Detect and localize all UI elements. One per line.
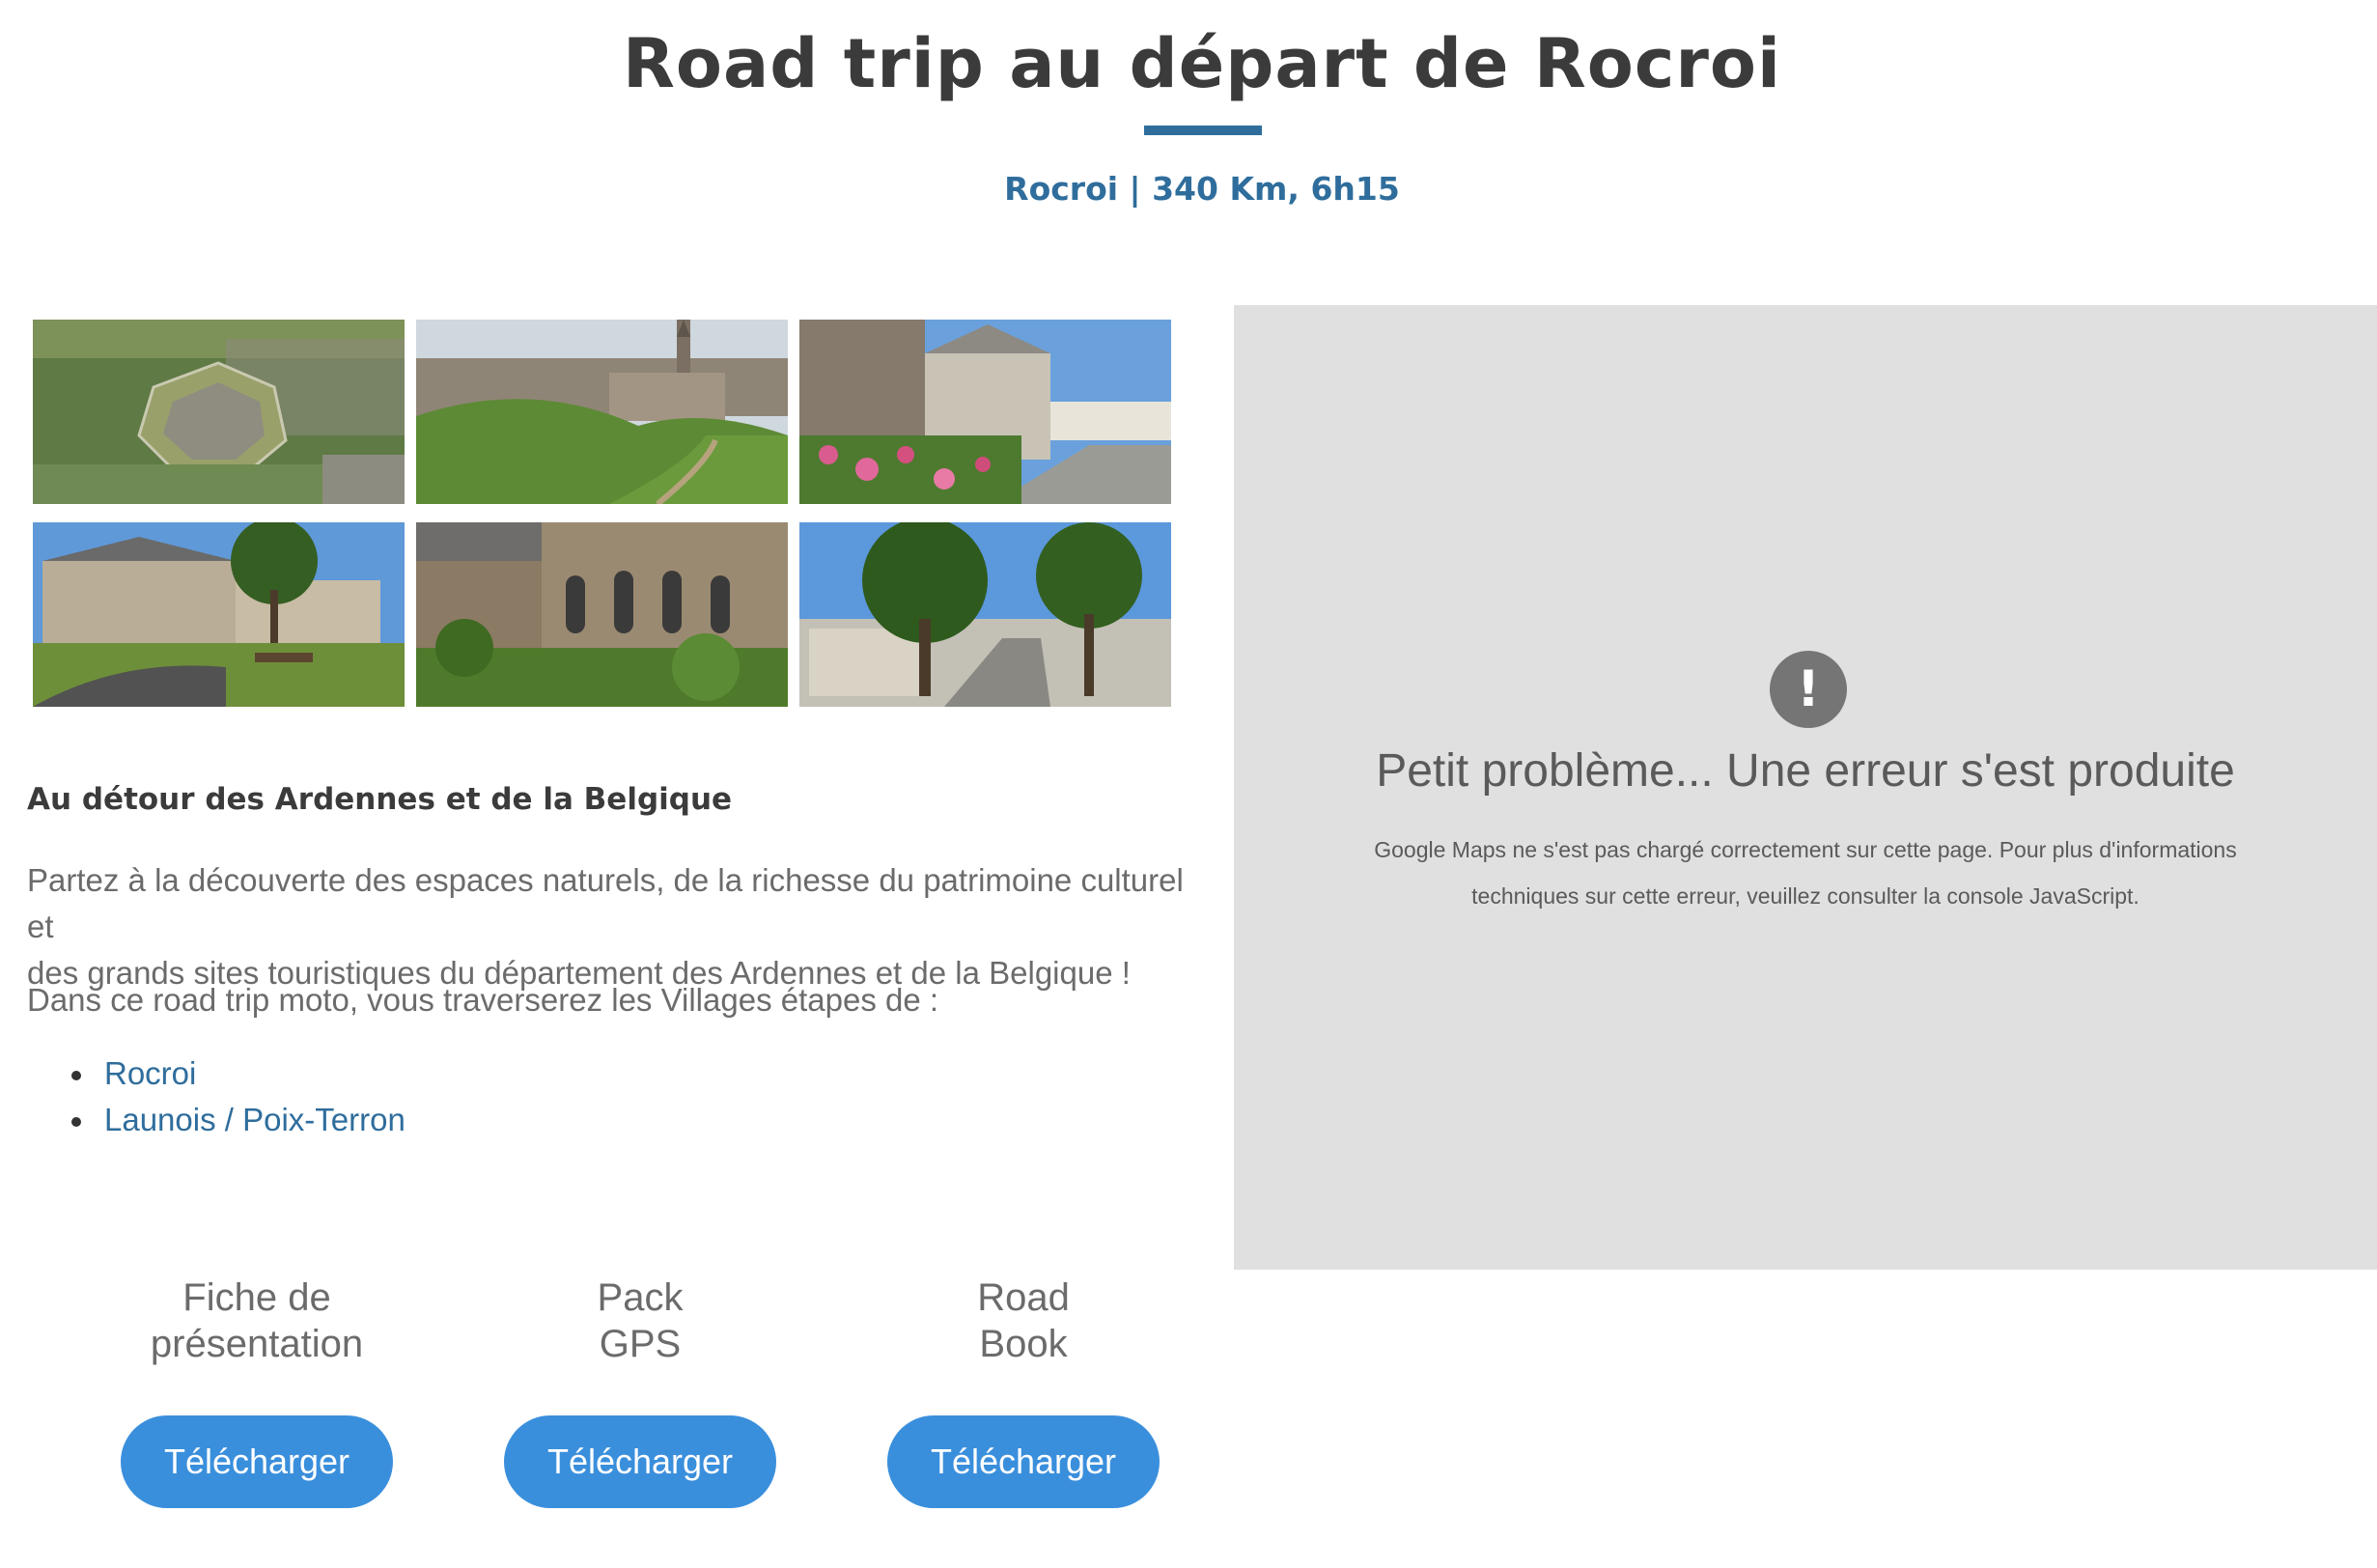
download-label: Pack GPS (466, 1274, 814, 1367)
map-error-line: techniques sur cette erreur, veuillez co… (1471, 883, 2139, 909)
gallery-photo-village-road[interactable] (799, 522, 1171, 707)
village-link-rocroi[interactable]: Rocroi (104, 1055, 196, 1091)
download-roadbook-button[interactable]: Télécharger (887, 1415, 1160, 1508)
gallery-photo-old-house[interactable] (33, 522, 405, 707)
download-label-line: GPS (599, 1323, 682, 1365)
village-link-launois[interactable]: Launois / Poix-Terron (104, 1102, 405, 1137)
download-label: Fiche de présentation (83, 1274, 431, 1367)
description-paragraph: Partez à la découverte des espaces natur… (27, 857, 1186, 996)
section-heading: Au détour des Ardennes et de la Belgique (27, 782, 733, 817)
map-error-title: Petit problème... Une erreur s'est produ… (1376, 745, 2235, 797)
download-label-line: présentation (150, 1323, 364, 1365)
gallery-photo-village-ramparts[interactable] (416, 320, 788, 504)
trip-subtitle: Rocroi | 340 Km, 6h15 (1004, 170, 1400, 208)
error-icon: ! (1770, 651, 1847, 728)
photo-gallery (33, 320, 1172, 707)
download-label-line: Road (977, 1276, 1070, 1319)
gallery-photo-church-apse[interactable] (416, 522, 788, 707)
download-gps: Pack GPS Télécharger (466, 1274, 814, 1508)
download-presentation: Fiche de présentation Télécharger (83, 1274, 431, 1508)
map-panel[interactable]: ! Petit problème... Une erreur s'est pro… (1234, 305, 2377, 1270)
description-line: Partez à la découverte des espaces natur… (27, 862, 1184, 944)
download-gps-button[interactable]: Télécharger (504, 1415, 776, 1508)
villages-list: Rocroi Launois / Poix-Terron (27, 1050, 405, 1143)
download-label-line: Pack (597, 1276, 684, 1319)
list-item: Rocroi (27, 1050, 405, 1097)
download-label-line: Fiche de (182, 1276, 331, 1319)
list-item: Launois / Poix-Terron (27, 1097, 405, 1143)
download-presentation-button[interactable]: Télécharger (121, 1415, 393, 1508)
map-error-line: Google Maps ne s'est pas chargé correcte… (1374, 837, 2237, 862)
download-roadbook: Road Book Télécharger (850, 1274, 1197, 1508)
page-title: Road trip au départ de Rocroi (623, 24, 1781, 103)
gallery-photo-church-street[interactable] (799, 320, 1171, 504)
villages-intro: Dans ce road trip moto, vous traverserez… (27, 982, 939, 1018)
gallery-photo-aerial-fortress[interactable] (33, 320, 405, 504)
download-label: Road Book (850, 1274, 1197, 1367)
title-underline (1144, 126, 1262, 135)
map-error-message: Google Maps ne s'est pas chargé correcte… (1330, 826, 2280, 919)
download-label-line: Book (979, 1323, 1068, 1365)
